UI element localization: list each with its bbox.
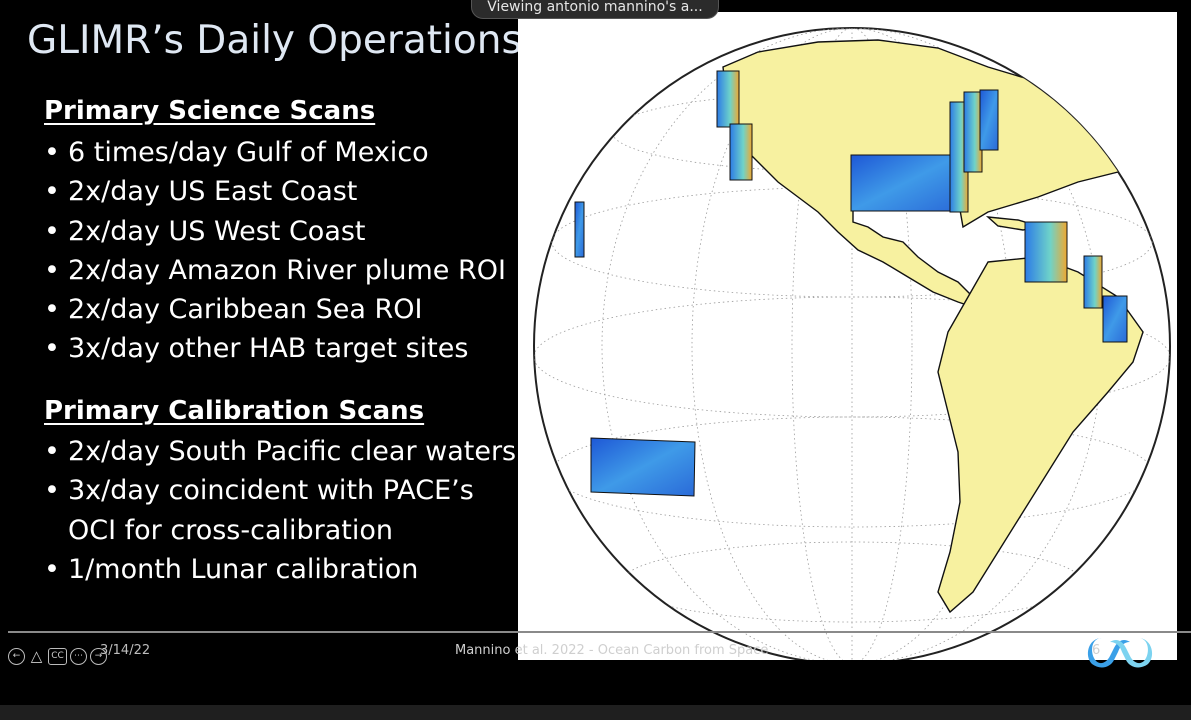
globe-map (518, 12, 1177, 660)
scan-caribbean (1024, 221, 1068, 283)
scan-amazon-b (1102, 295, 1128, 343)
globe-svg (533, 27, 1171, 660)
scan-gulf-of-mexico (850, 154, 960, 212)
scan-pacific-small (574, 201, 585, 258)
science-list: 6 times/day Gulf of Mexico 2x/day US Eas… (44, 133, 506, 369)
list-item: 1/month Lunar calibration (44, 550, 516, 590)
scan-west-coast-south (729, 123, 753, 181)
webex-logo-icon (1080, 630, 1164, 674)
footer-citation: Mannino et al. 2022 - Ocean Carbon from … (455, 643, 769, 658)
scan-east-coast-b (963, 91, 983, 173)
presentation-slide: GLIMR’s Daily Operations Primary Science… (0, 0, 1191, 705)
slide-title: GLIMR’s Daily Operations (27, 18, 522, 63)
science-heading: Primary Science Scans (44, 96, 376, 126)
list-item: 2x/day Amazon River plume ROI (44, 251, 506, 291)
forward-icon[interactable]: → (90, 648, 107, 665)
slide-controls: ← △ CC ⋯ → (8, 648, 107, 665)
list-item: 2x/day US West Coast (44, 212, 506, 252)
calibration-list: 2x/day South Pacific clear waters 3x/day… (44, 432, 516, 589)
back-icon[interactable]: ← (8, 648, 25, 665)
scan-west-coast-north (716, 70, 740, 128)
list-item: 3x/day other HAB target sites (44, 329, 506, 369)
list-item: 2x/day US East Coast (44, 172, 506, 212)
list-item: 2x/day Caribbean Sea ROI (44, 290, 506, 330)
list-item: 3x/day coincident with PACE’s (44, 471, 516, 511)
annotate-icon[interactable]: △ (28, 648, 45, 665)
footer-divider (8, 631, 1191, 633)
viewing-banner[interactable]: Viewing antonio mannino's a... (471, 0, 719, 19)
scan-south-pacific (590, 437, 696, 497)
scan-east-coast-c (979, 89, 999, 151)
scan-amazon-a (1083, 255, 1103, 309)
footer-date: 3/14/22 (100, 643, 151, 658)
list-item: OCI for cross-calibration (68, 514, 394, 546)
more-icon[interactable]: ⋯ (70, 648, 87, 665)
captions-icon[interactable]: CC (48, 648, 67, 665)
list-item: 2x/day South Pacific clear waters (44, 432, 516, 472)
meeting-toolbar (0, 705, 1191, 720)
list-item: 6 times/day Gulf of Mexico (44, 133, 506, 173)
calibration-heading: Primary Calibration Scans (44, 396, 425, 426)
